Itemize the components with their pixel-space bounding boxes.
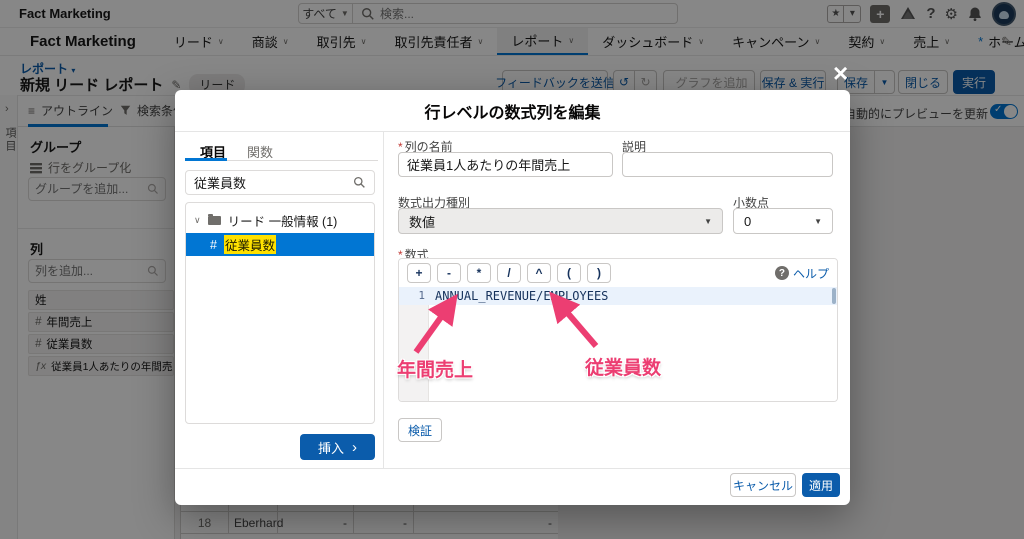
operator-caret-button[interactable]: ^	[527, 263, 551, 283]
tree-folder-lead-general[interactable]: ∨ リード 一般情報 (1)	[186, 207, 374, 233]
decimal-places-select[interactable]: 0 ▼	[733, 208, 833, 234]
operator-plus-button[interactable]: +	[407, 263, 431, 283]
tree-item-employees-selected[interactable]: # 従業員数	[186, 233, 374, 256]
cancel-button[interactable]: キャンセル	[730, 473, 796, 497]
number-type-icon: #	[210, 237, 217, 252]
chevron-down-icon: ▼	[704, 216, 712, 226]
field-search[interactable]	[185, 170, 375, 195]
editor-scrollbar[interactable]	[832, 288, 836, 304]
operator-multiply-button[interactable]: *	[467, 263, 491, 283]
active-tab-underline	[185, 158, 227, 161]
operator-open-paren-button[interactable]: (	[557, 263, 581, 283]
search-icon	[353, 176, 365, 188]
operator-divide-button[interactable]: /	[497, 263, 521, 283]
panel-divider	[383, 132, 384, 468]
folder-icon	[207, 213, 221, 225]
operator-minus-button[interactable]: -	[437, 263, 461, 283]
chevron-right-icon: ›	[352, 438, 357, 456]
formula-code-editor[interactable]: 1 ANNUAL_REVENUE/EMPLOYEES	[399, 287, 837, 401]
insert-button[interactable]: 挿入 ›	[300, 434, 375, 460]
apply-button[interactable]: 適用	[802, 473, 840, 497]
tab-functions[interactable]: 関数	[247, 142, 273, 161]
operator-close-paren-button[interactable]: )	[587, 263, 611, 283]
help-icon: ?	[774, 266, 789, 280]
modal-close-icon[interactable]: ×	[833, 60, 848, 86]
description-input[interactable]	[622, 152, 833, 177]
formula-code[interactable]: ANNUAL_REVENUE/EMPLOYEES	[435, 289, 608, 303]
modal-title: 行レベルの数式列を編集	[175, 90, 850, 132]
chevron-down-icon: ▼	[814, 216, 822, 226]
output-type-select[interactable]: 数値 ▼	[398, 208, 723, 234]
line-number: 1	[418, 289, 425, 302]
field-search-input[interactable]	[194, 175, 353, 190]
column-name-input[interactable]	[398, 152, 613, 177]
help-link[interactable]: ? ヘルプ	[774, 265, 829, 282]
edit-formula-modal: 行レベルの数式列を編集 項目 関数 ∨ リード 一般情報 (1) # 従業員数 …	[175, 90, 850, 505]
formula-editor-container: + - * / ^ ( ) ? ヘルプ 1 ANNUAL_REVENUE/EMP…	[398, 258, 838, 402]
chevron-down-icon[interactable]: ∨	[194, 215, 201, 226]
validate-button[interactable]: 検証	[398, 418, 442, 442]
fields-tree: ∨ リード 一般情報 (1) # 従業員数	[185, 202, 375, 424]
search-match-highlight: 従業員数	[223, 235, 276, 254]
operator-toolbar: + - * / ^ ( ) ? ヘルプ	[399, 259, 837, 287]
